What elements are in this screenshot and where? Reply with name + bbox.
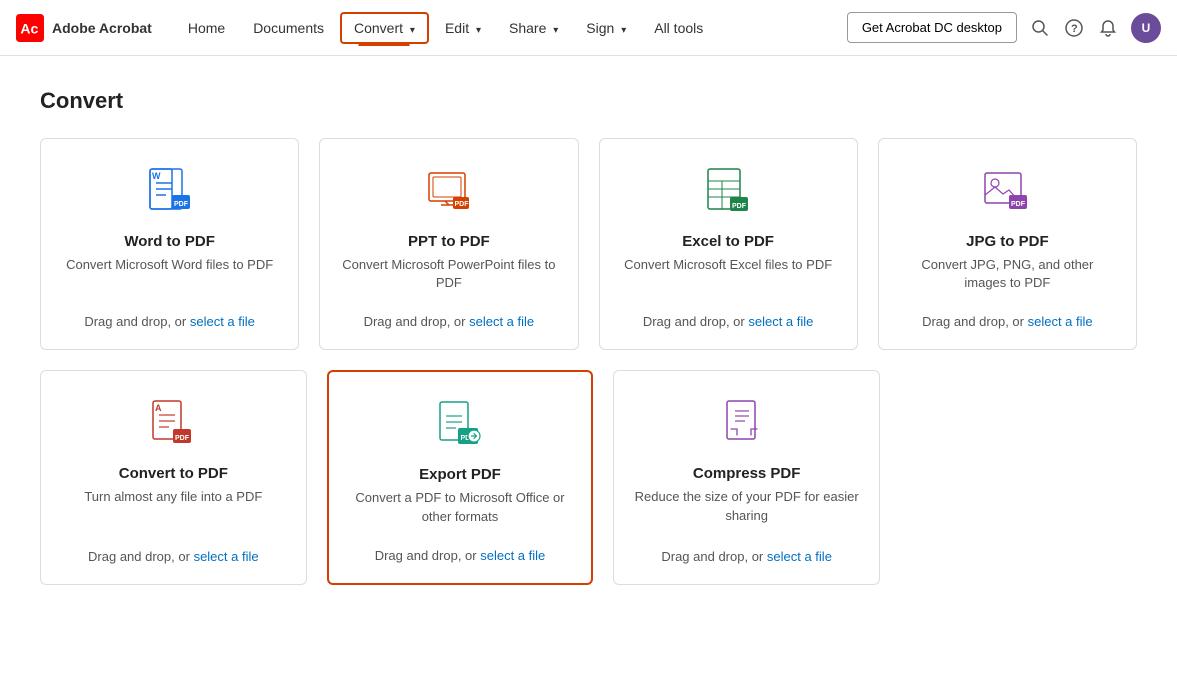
convert-to-pdf-action: Drag and drop, or select a file [88, 549, 259, 564]
page-title: Convert [40, 88, 1137, 114]
jpg-to-pdf-title: JPG to PDF [966, 233, 1049, 250]
convert-chevron-icon: ▾ [410, 25, 415, 36]
search-icon[interactable] [1029, 17, 1051, 39]
share-chevron-icon: ▾ [553, 25, 558, 36]
nav-item-home[interactable]: Home [176, 14, 237, 42]
main-content: Convert W PDF Word to PDF Convert Micros… [0, 56, 1177, 617]
logo[interactable]: Ac Adobe Acrobat [16, 14, 152, 42]
svg-text:?: ? [1071, 23, 1078, 35]
jpg-to-pdf-select-link[interactable]: select a file [1028, 314, 1093, 329]
word-to-pdf-title: Word to PDF [124, 233, 215, 250]
ppt-to-pdf-select-link[interactable]: select a file [469, 314, 534, 329]
excel-to-pdf-icon: PDF [702, 167, 754, 219]
card-word-to-pdf[interactable]: W PDF Word to PDF Convert Microsoft Word… [40, 138, 299, 350]
export-pdf-select-link[interactable]: select a file [480, 548, 545, 563]
excel-to-pdf-title: Excel to PDF [682, 233, 774, 250]
card-ppt-to-pdf[interactable]: PDF PPT to PDF Convert Microsoft PowerPo… [319, 138, 578, 350]
card-jpg-to-pdf[interactable]: PDF JPG to PDF Convert JPG, PNG, and oth… [878, 138, 1137, 350]
svg-text:Ac: Ac [20, 20, 38, 36]
logo-text: Adobe Acrobat [52, 20, 152, 36]
row2-cards-grid: A PDF Convert to PDF Turn almost any fil… [40, 370, 880, 584]
export-pdf-icon: PDF [434, 400, 486, 452]
svg-text:PDF: PDF [454, 201, 469, 208]
excel-to-pdf-select-link[interactable]: select a file [748, 314, 813, 329]
header-right: Get Acrobat DC desktop ? U [847, 12, 1161, 43]
word-to-pdf-desc: Convert Microsoft Word files to PDF [66, 256, 273, 292]
excel-to-pdf-desc: Convert Microsoft Excel files to PDF [624, 256, 832, 292]
notifications-icon[interactable] [1097, 17, 1119, 39]
nav-item-edit[interactable]: Edit ▾ [433, 14, 493, 42]
word-to-pdf-select-link[interactable]: select a file [190, 314, 255, 329]
word-to-pdf-action: Drag and drop, or select a file [84, 314, 255, 329]
card-excel-to-pdf[interactable]: PDF Excel to PDF Convert Microsoft Excel… [599, 138, 858, 350]
export-pdf-desc: Convert a PDF to Microsoft Office or oth… [349, 489, 572, 525]
nav-item-all-tools[interactable]: All tools [642, 14, 715, 42]
compress-pdf-title: Compress PDF [693, 465, 801, 482]
svg-text:A: A [155, 403, 162, 413]
svg-text:PDF: PDF [175, 435, 190, 442]
row1-cards-grid: W PDF Word to PDF Convert Microsoft Word… [40, 138, 1137, 350]
main-nav: Home Documents Convert ▾ Edit ▾ Share ▾ … [176, 12, 847, 44]
export-pdf-title: Export PDF [419, 466, 501, 483]
ppt-to-pdf-action: Drag and drop, or select a file [364, 314, 535, 329]
convert-to-pdf-icon: A PDF [147, 399, 199, 451]
acrobat-logo-icon: Ac [16, 14, 44, 42]
convert-to-pdf-title: Convert to PDF [119, 465, 228, 482]
nav-item-sign[interactable]: Sign ▾ [574, 14, 638, 42]
header: Ac Adobe Acrobat Home Documents Convert … [0, 0, 1177, 56]
compress-pdf-action: Drag and drop, or select a file [661, 549, 832, 564]
card-convert-to-pdf[interactable]: A PDF Convert to PDF Turn almost any fil… [40, 370, 307, 584]
avatar[interactable]: U [1131, 13, 1161, 43]
ppt-to-pdf-icon: PDF [423, 167, 475, 219]
compress-pdf-select-link[interactable]: select a file [767, 549, 832, 564]
jpg-to-pdf-icon: PDF [981, 167, 1033, 219]
svg-text:PDF: PDF [732, 203, 747, 210]
sign-chevron-icon: ▾ [621, 25, 626, 36]
convert-to-pdf-desc: Turn almost any file into a PDF [84, 488, 262, 526]
export-pdf-action: Drag and drop, or select a file [375, 548, 546, 563]
card-compress-pdf[interactable]: Compress PDF Reduce the size of your PDF… [613, 370, 880, 584]
nav-item-convert[interactable]: Convert ▾ [340, 12, 429, 44]
word-to-pdf-icon: W PDF [144, 167, 196, 219]
svg-text:W: W [152, 171, 161, 181]
ppt-to-pdf-desc: Convert Microsoft PowerPoint files to PD… [340, 256, 557, 292]
nav-item-share[interactable]: Share ▾ [497, 14, 570, 42]
convert-to-pdf-select-link[interactable]: select a file [194, 549, 259, 564]
ppt-to-pdf-title: PPT to PDF [408, 233, 490, 250]
card-export-pdf[interactable]: PDF Export PDF Convert a PDF to Microsof… [327, 370, 594, 584]
jpg-to-pdf-desc: Convert JPG, PNG, and other images to PD… [899, 256, 1116, 292]
jpg-to-pdf-action: Drag and drop, or select a file [922, 314, 1093, 329]
get-desktop-button[interactable]: Get Acrobat DC desktop [847, 12, 1017, 43]
compress-pdf-desc: Reduce the size of your PDF for easier s… [634, 488, 859, 526]
svg-text:PDF: PDF [174, 201, 189, 208]
svg-text:PDF: PDF [1011, 201, 1026, 208]
excel-to-pdf-action: Drag and drop, or select a file [643, 314, 814, 329]
help-icon[interactable]: ? [1063, 17, 1085, 39]
nav-item-documents[interactable]: Documents [241, 14, 336, 42]
edit-chevron-icon: ▾ [476, 25, 481, 36]
compress-pdf-icon [721, 399, 773, 451]
